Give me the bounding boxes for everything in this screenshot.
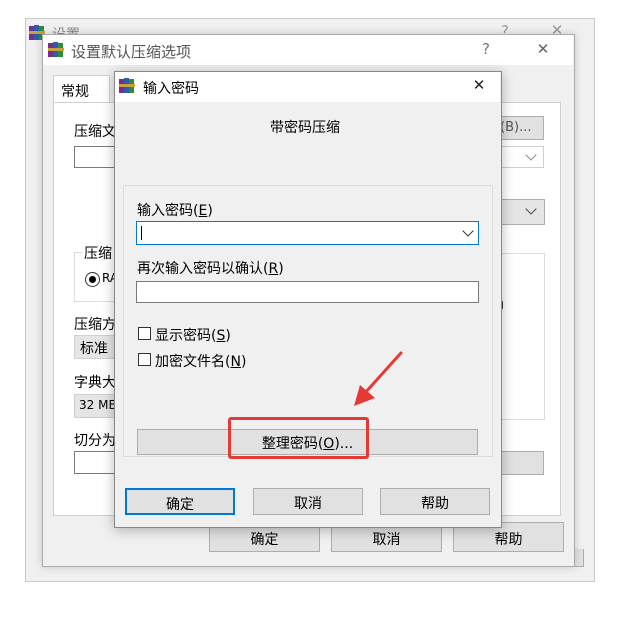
enter-password-label: 输入密码(E) — [137, 203, 213, 219]
tab-general[interactable]: 常规 — [53, 75, 110, 104]
password-help-label: 帮助 — [421, 496, 449, 512]
encrypt-filenames-label: 加密文件名(N) — [155, 354, 247, 370]
update-select[interactable] — [498, 199, 545, 225]
show-password-checkbox[interactable] — [138, 327, 151, 340]
password-input[interactable] — [136, 221, 479, 245]
archive-name-label: 压缩文 — [74, 124, 116, 140]
compress-options-title: 设置默认压缩选项 — [71, 43, 192, 61]
password-dialog-title: 输入密码 — [143, 81, 199, 97]
reenter-password-input[interactable] — [136, 281, 479, 303]
close-icon[interactable]: ✕ — [470, 76, 488, 94]
help-icon[interactable]: ? — [479, 40, 493, 58]
browse-button-label: (B)... — [500, 120, 532, 135]
compress-ok-label: 确定 — [250, 532, 279, 548]
chevron-down-icon[interactable] — [462, 225, 474, 237]
winrar-icon — [48, 41, 66, 59]
password-dialog-heading: 带密码压缩 — [270, 120, 340, 136]
reenter-password-label: 再次输入密码以确认(R) — [137, 261, 284, 277]
options-group — [498, 253, 545, 420]
format-group-label: 压缩 — [82, 243, 114, 263]
compress-cancel-label: 取消 — [372, 532, 401, 548]
browse-button[interactable]: (B)... — [498, 116, 544, 140]
close-icon[interactable]: ✕ — [535, 40, 551, 58]
profile-select[interactable] — [498, 146, 544, 168]
password-ok-label: 确定 — [166, 497, 194, 513]
method-value: 标准 — [80, 341, 108, 357]
split-label: 切分为 — [74, 433, 116, 449]
compress-help-label: 帮助 — [494, 532, 523, 548]
arrow-annotation — [354, 351, 403, 406]
password-help-button[interactable]: 帮助 — [380, 488, 490, 515]
password-ok-button[interactable]: 确定 — [125, 488, 235, 515]
radio-rar[interactable] — [85, 272, 100, 287]
highlight-box — [228, 417, 369, 459]
encrypt-filenames-checkbox[interactable] — [138, 353, 151, 366]
winrar-icon — [119, 77, 137, 95]
split-input[interactable] — [74, 451, 119, 474]
tab-general-label: 常规 — [61, 84, 89, 100]
show-password-label: 显示密码(S) — [155, 328, 231, 344]
password-cancel-button[interactable]: 取消 — [253, 488, 363, 515]
dict-label: 字典大 — [74, 375, 116, 391]
dict-value: 32 MB — [79, 398, 117, 412]
password-cancel-label: 取消 — [294, 496, 322, 512]
parameters-button[interactable] — [498, 451, 544, 475]
method-label: 压缩方 — [74, 317, 116, 333]
